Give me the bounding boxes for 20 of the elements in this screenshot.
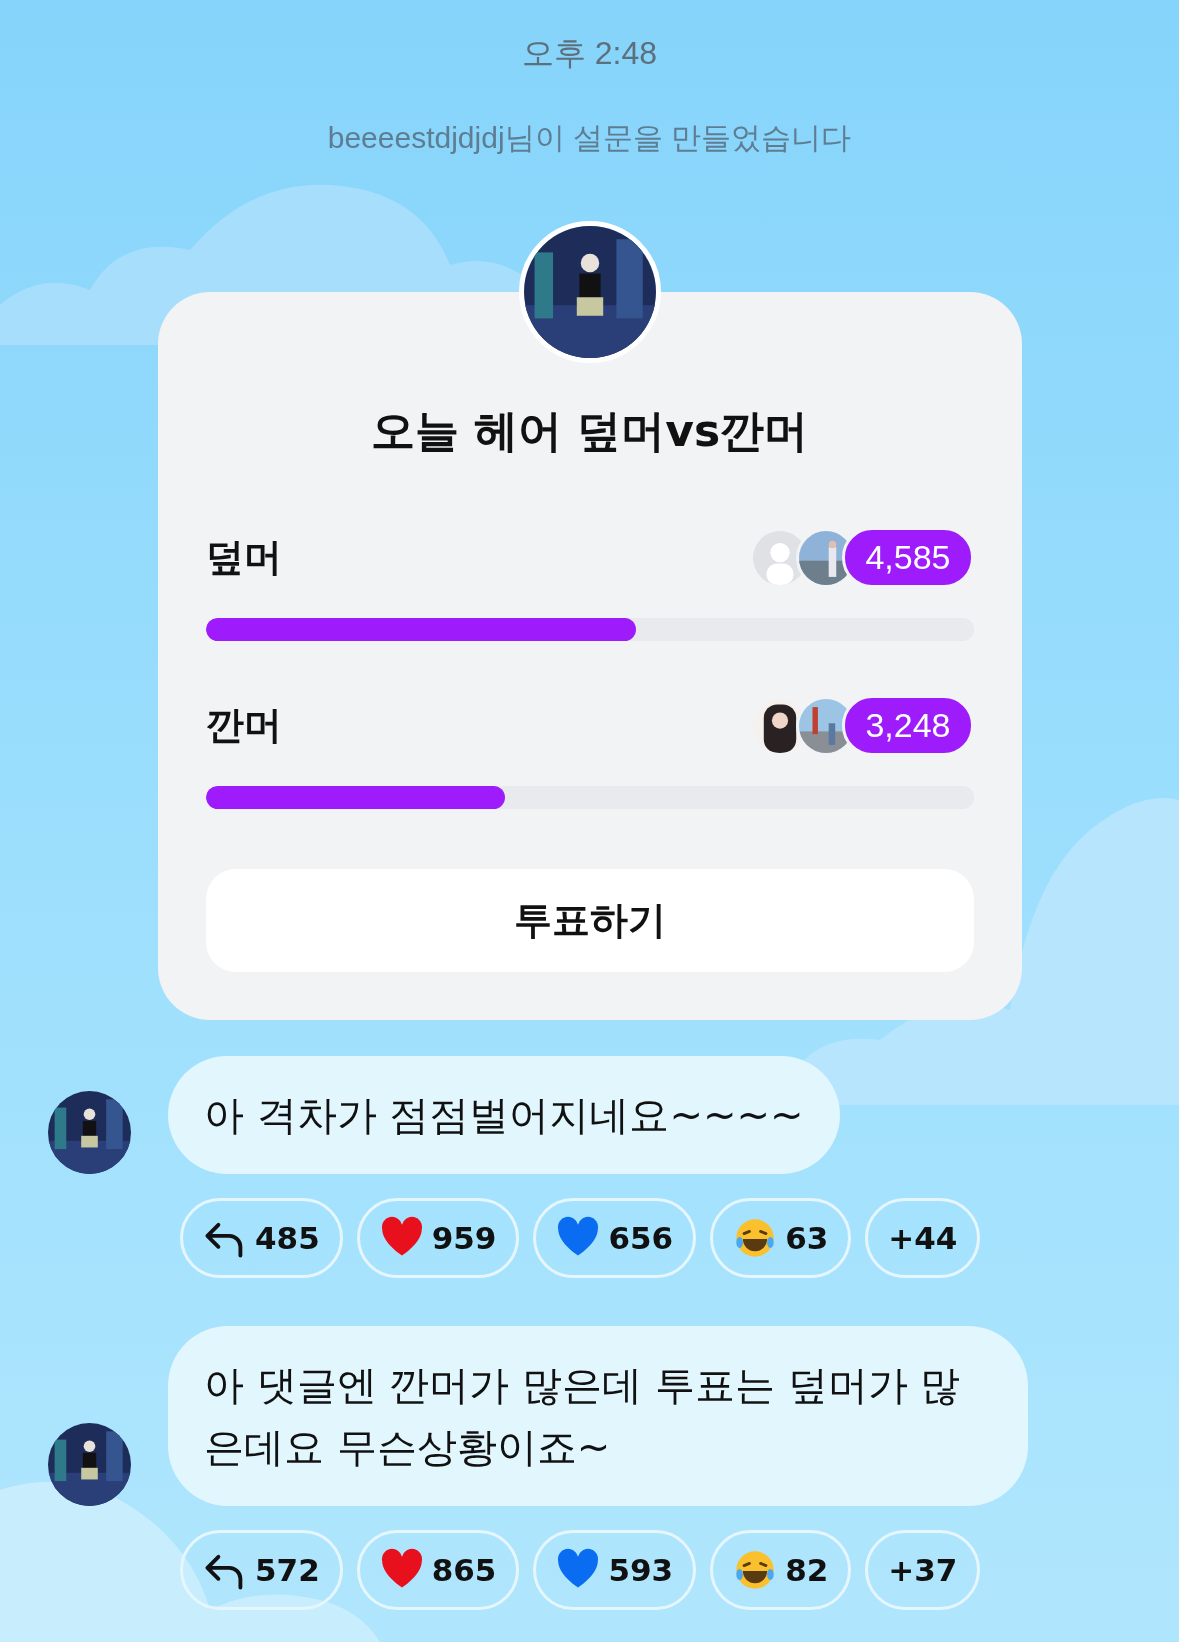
system-notice: beeeestdjdjdj님이 설문을 만들었습니다	[327, 120, 852, 156]
option-label: 덮머	[205, 534, 282, 581]
timestamp: 오후 2:48	[521, 34, 658, 73]
reaction-chip[interactable]: +37	[865, 1530, 981, 1610]
reaction-chip[interactable]: 865	[356, 1530, 520, 1610]
reaction-chip[interactable]: 485	[180, 1198, 343, 1278]
message-bubble: 아 댓글엔 깐머가 많은데 투표는 덮머가 많은데요 무슨상황이죠~	[168, 1326, 1028, 1506]
reaction-chip[interactable]: 572	[180, 1530, 343, 1610]
reaction-chip[interactable]: +44	[865, 1198, 981, 1278]
reaction-chip[interactable]: 656	[533, 1198, 697, 1278]
vote-count: 4,585	[842, 527, 974, 588]
vote-count: 3,248	[842, 695, 974, 756]
vote-button[interactable]: 투표하기	[205, 869, 974, 972]
reaction-chip[interactable]: 82	[710, 1530, 852, 1610]
reaction-chip[interactable]: 63	[710, 1198, 852, 1278]
option-label: 깐머	[205, 702, 282, 749]
poll-title: 오늘 헤어 덮머vs깐머	[369, 404, 810, 458]
reaction-chip[interactable]: 959	[356, 1198, 520, 1278]
reaction-chip[interactable]: 593	[533, 1530, 697, 1610]
message-bubble: 아 격차가 점점벌어지네요~~~~	[168, 1056, 840, 1174]
